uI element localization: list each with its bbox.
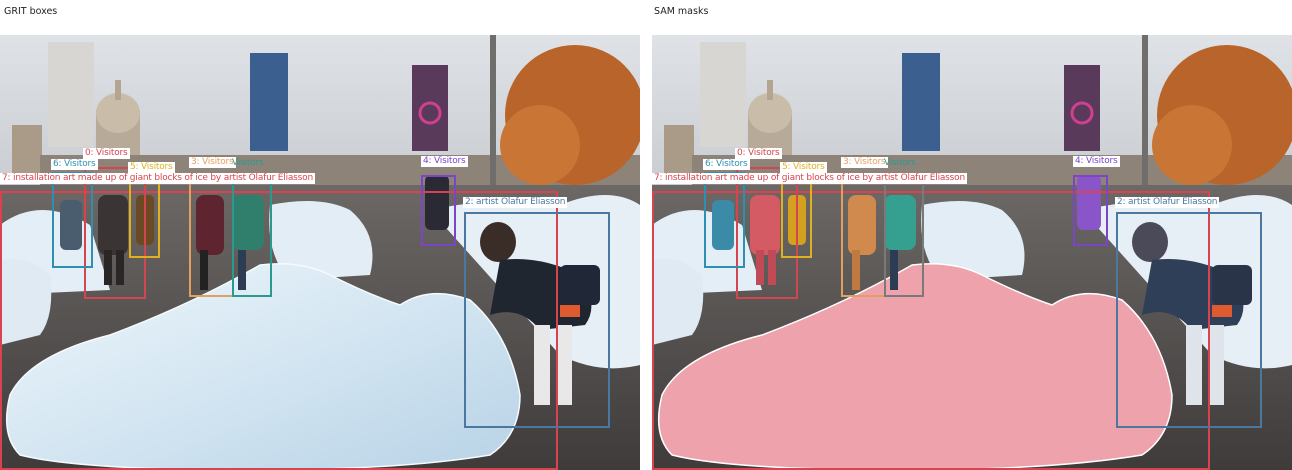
banner-blue <box>250 53 288 151</box>
box-visitors-3b <box>232 177 272 297</box>
banner-purple <box>412 65 448 151</box>
mask-box-visitors-5 <box>781 177 812 258</box>
box-visitors-4 <box>421 175 456 246</box>
mask-label-visitors-3b: Visitors <box>884 158 916 168</box>
label-artist: 2: artist Olafur Eliasson <box>463 197 568 208</box>
left-panel-title: GRIT boxes <box>4 6 58 17</box>
label-visitors-3: 3: Visitors <box>189 157 236 168</box>
label-visitors-0: 0: Visitors <box>83 148 130 159</box>
box-visitors-3 <box>189 177 234 297</box>
mask-label-visitors-0: 0: Visitors <box>735 148 782 159</box>
mask-box-visitors-3 <box>841 177 886 297</box>
sign-board <box>48 42 94 147</box>
mask-label-installation-art: 7: installation art made up of giant blo… <box>652 173 967 184</box>
mask-box-artist <box>1116 212 1262 428</box>
mask-label-visitors-3: 3: Visitors <box>841 157 888 168</box>
box-visitors-6 <box>52 172 93 268</box>
sam-masks-panel: 0: Visitors 2: artist Olafur Eliasson 3:… <box>652 35 1292 470</box>
grit-boxes-panel: 0: Visitors 2: artist Olafur Eliasson 3:… <box>0 35 640 470</box>
box-visitors-5 <box>129 177 160 258</box>
label-visitors-5: 5: Visitors <box>128 162 175 173</box>
mask-label-visitors-5: 5: Visitors <box>780 162 827 173</box>
label-visitors-3b: Visitors <box>232 158 264 168</box>
label-installation-art: 7: installation art made up of giant blo… <box>0 173 315 184</box>
mask-label-visitors-6: 6: Visitors <box>703 159 750 170</box>
mask-box-visitors-6 <box>704 172 745 268</box>
box-artist <box>464 212 610 428</box>
label-visitors-4: 4: Visitors <box>421 156 468 167</box>
mask-label-visitors-4: 4: Visitors <box>1073 156 1120 167</box>
label-visitors-6: 6: Visitors <box>51 159 98 170</box>
mask-box-visitors-3b <box>884 177 924 297</box>
mask-box-visitors-4 <box>1073 175 1108 246</box>
right-panel-title: SAM masks <box>654 6 709 17</box>
mask-label-artist: 2: artist Olafur Eliasson <box>1115 197 1220 208</box>
